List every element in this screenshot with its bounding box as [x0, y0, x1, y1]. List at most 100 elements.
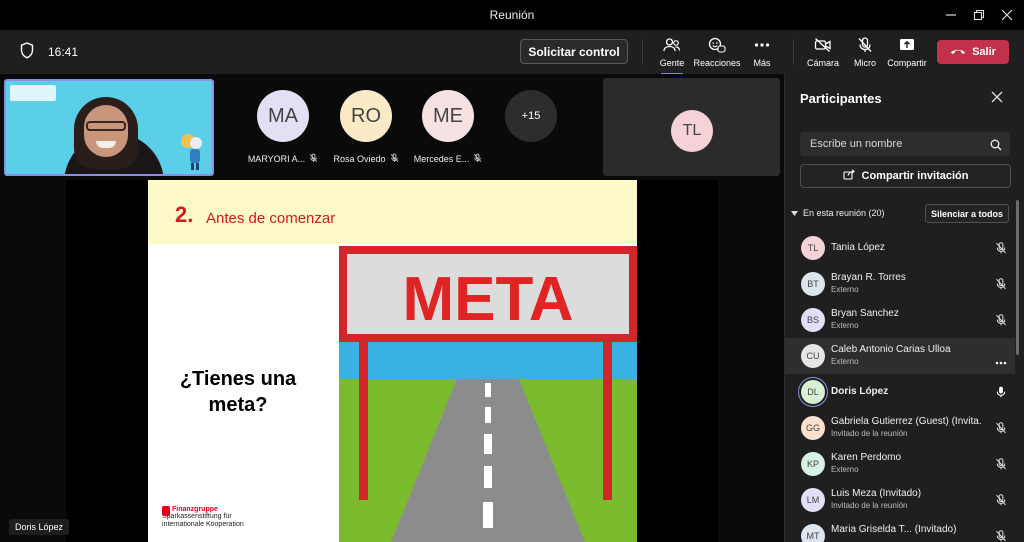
participant-tile[interactable]: RO Rosa Oviedo: [326, 90, 406, 165]
meeting-toolbar: 16:41 Solicitar control Gente Reacciones…: [0, 30, 1024, 75]
participant-avatar: MA: [257, 90, 309, 142]
leave-button[interactable]: Salir: [937, 40, 1009, 64]
participant-row[interactable]: DL Doris López: [785, 374, 1015, 410]
close-icon[interactable]: [990, 90, 1006, 106]
participant-avatar: KP: [801, 452, 825, 476]
sign-text: META: [402, 265, 573, 334]
meeting-stage: MA MARYORI A... RO Rosa Oviedo ME Merced…: [0, 74, 784, 542]
presentation-slide: 2. Antes de comenzar ¿Tienes una meta? F…: [148, 180, 637, 542]
participant-avatar: MT: [801, 524, 825, 542]
camera-label: Cámara: [807, 58, 840, 68]
mic-button[interactable]: Micro: [853, 35, 877, 71]
participant-name: Brayan R. Torres: [831, 272, 906, 283]
title-bar: Reunión: [0, 0, 1024, 30]
people-label: Gente: [659, 58, 685, 68]
presenter-glasses: [86, 121, 126, 131]
participant-avatar: DL: [801, 380, 825, 404]
panel-scrollbar[interactable]: [1016, 200, 1019, 355]
shield-icon: [20, 42, 34, 64]
slide-question: ¿Tienes una meta?: [179, 368, 297, 416]
participant-row[interactable]: CU Caleb Antonio Carias Ulloa Externo: [785, 338, 1015, 374]
more-icon: [754, 35, 770, 55]
reactions-button[interactable]: Reacciones: [693, 35, 741, 71]
mic-off-icon: [857, 35, 873, 55]
sparkasse-logo: Finanzgruppe Sparkassenstiftung für inte…: [162, 506, 282, 529]
people-button[interactable]: Gente: [659, 35, 685, 75]
close-window-icon[interactable]: [994, 3, 1020, 27]
mic-muted-icon: [995, 313, 1007, 331]
share-label: Compartir: [887, 58, 927, 68]
more-options-icon[interactable]: [995, 352, 1007, 370]
presenter-video-tile[interactable]: [4, 79, 214, 176]
mic-muted-icon: [995, 529, 1007, 542]
participant-name: Caleb Antonio Carias Ulloa: [831, 344, 951, 355]
search-icon: [990, 138, 1002, 156]
participant-name: MARYORI A...: [247, 154, 306, 164]
minimize-icon[interactable]: [938, 3, 964, 27]
mic-muted-icon: [390, 153, 399, 165]
participant-name: Tania López: [831, 242, 885, 253]
participant-row[interactable]: TL Tania López: [785, 230, 1015, 266]
participant-list: TL Tania López BT Brayan R. Torres Exter…: [785, 230, 1015, 542]
mic-muted-icon: [995, 241, 1007, 259]
pinned-participant-tile[interactable]: TL: [603, 78, 780, 176]
overflow-participants-button[interactable]: +15: [505, 90, 557, 142]
more-label: Más: [753, 58, 771, 68]
invite-label: Compartir invitación: [861, 170, 969, 182]
camera-button[interactable]: Cámara: [807, 35, 840, 71]
participant-search-input[interactable]: [800, 132, 1010, 156]
slide-number: 2.: [175, 202, 194, 227]
participant-avatar: BS: [801, 308, 825, 332]
presenter-name-tag: Doris López: [9, 519, 70, 535]
mic-muted-icon: [309, 153, 318, 165]
logo-line: Sparkassenstiftung für: [162, 513, 232, 520]
presenter-face: [84, 105, 128, 157]
participant-row[interactable]: KP Karen Perdomo Externo: [785, 446, 1015, 482]
participant-avatar: TL: [801, 236, 825, 260]
people-icon: [663, 35, 681, 55]
participant-tile[interactable]: MA MARYORI A...: [243, 90, 323, 165]
mic-muted-icon: [995, 421, 1007, 439]
participant-name: Mercedes E...: [413, 154, 470, 164]
participant-avatar: CU: [801, 344, 825, 368]
participant-row[interactable]: GG Gabriela Gutierrez (Guest) (Invita...…: [785, 410, 1015, 446]
participant-row[interactable]: BT Brayan R. Torres Externo: [785, 266, 1015, 302]
participant-name: Doris López: [831, 386, 889, 397]
mute-all-button[interactable]: Silenciar a todos: [925, 204, 1009, 223]
mascot-illustration: [181, 134, 202, 170]
participant-name: Bryan Sanchez: [831, 308, 899, 319]
share-button[interactable]: Compartir: [887, 35, 927, 71]
participant-name: Karen Perdomo: [831, 452, 902, 463]
mic-muted-icon: [995, 277, 1007, 295]
participant-role: Invitado de la reunión: [831, 501, 908, 510]
participant-row[interactable]: LM Luis Meza (Invitado) Invitado de la r…: [785, 482, 1015, 518]
reactions-icon: [708, 35, 726, 55]
participant-row[interactable]: MT Maria Griselda T... (Invitado): [785, 518, 1015, 542]
share-invite-button[interactable]: Compartir invitación: [800, 164, 1011, 188]
mic-label: Micro: [854, 58, 876, 68]
logo-watermark: [10, 85, 56, 101]
in-meeting-section-toggle[interactable]: En esta reunión (20): [791, 208, 885, 218]
sparkasse-mark: [162, 506, 170, 516]
toolbar-divider: [793, 39, 794, 65]
participants-panel: Participantes Compartir invitación En es…: [784, 74, 1024, 542]
participant-row[interactable]: BS Bryan Sanchez Externo: [785, 302, 1015, 338]
restore-icon[interactable]: [966, 3, 992, 27]
camera-off-icon: [814, 35, 832, 55]
mic-muted-icon: [995, 493, 1007, 511]
toolbar-divider: [642, 39, 643, 65]
participant-avatar: RO: [340, 90, 392, 142]
goal-road-illustration: META: [339, 244, 637, 542]
mic-muted-icon: [473, 153, 482, 165]
share-tray-icon: [899, 35, 915, 55]
participant-avatar: BT: [801, 272, 825, 296]
request-control-button[interactable]: Solicitar control: [520, 39, 628, 64]
participant-tile[interactable]: ME Mercedes E...: [408, 90, 488, 165]
participant-role: Externo: [831, 321, 859, 330]
more-button[interactable]: Más: [752, 35, 772, 71]
mic-muted-icon: [995, 457, 1007, 475]
participant-role: Invitado de la reunión: [831, 429, 908, 438]
logo-line: internationale Kooperation: [162, 521, 244, 528]
logo-brand: Finanzgruppe: [172, 506, 218, 513]
participant-role: Externo: [831, 465, 859, 474]
